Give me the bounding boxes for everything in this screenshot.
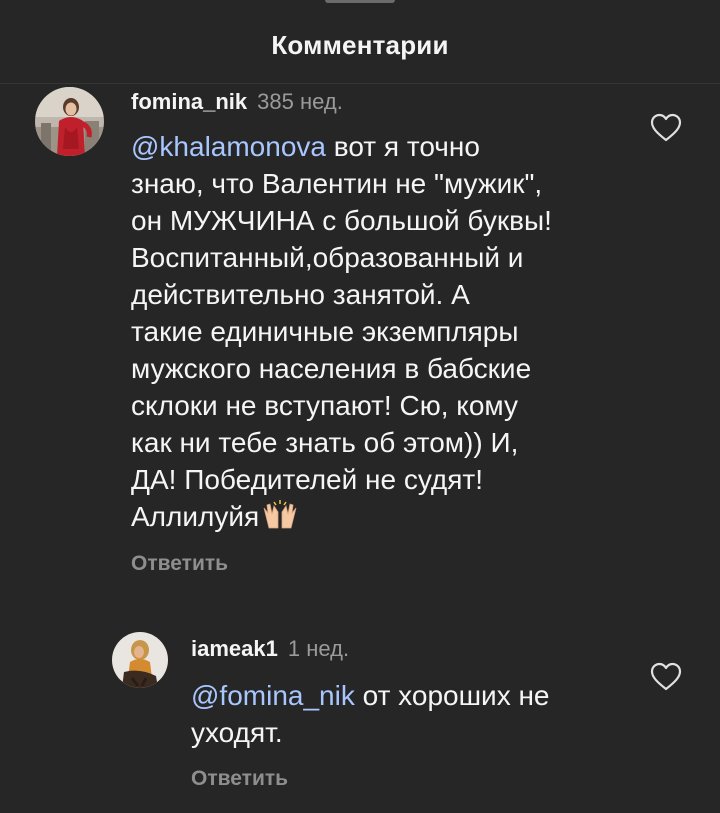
heart-outline-icon[interactable]: [650, 113, 682, 143]
comment-text: @khalamonova вот я точно знаю, что Вален…: [131, 128, 552, 539]
comments-sheet: Комментарии fomina_nik 385 нед. @khalamon…: [0, 0, 720, 813]
mention-link[interactable]: @fomina_nik: [191, 680, 355, 711]
avatar-image: [35, 87, 104, 156]
comment-username[interactable]: fomina_nik: [131, 89, 247, 114]
avatar[interactable]: [112, 632, 168, 688]
comment-timestamp: 385 нед.: [257, 89, 343, 114]
comment-text: @fomina_nik от хороших не уходят.: [191, 680, 550, 748]
comment-username[interactable]: iameak1: [191, 636, 278, 661]
header-divider: [0, 83, 720, 84]
avatar[interactable]: [35, 87, 104, 156]
drag-handle[interactable]: [325, 0, 395, 3]
reply-button[interactable]: Ответить: [131, 552, 228, 576]
reply-button[interactable]: Ответить: [191, 767, 288, 791]
mention-link[interactable]: @khalamonova: [131, 131, 326, 162]
avatar-image: [112, 632, 168, 688]
raising-hands-icon: [260, 498, 300, 539]
heart-outline-icon[interactable]: [650, 662, 682, 692]
comment-timestamp: 1 нед.: [287, 636, 350, 661]
page-title: Комментарии: [271, 30, 449, 60]
